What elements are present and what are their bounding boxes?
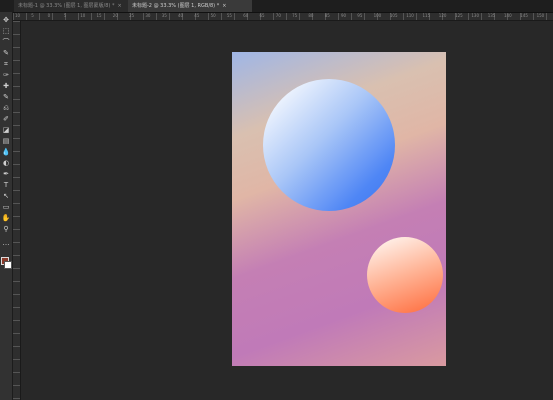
ruler-tick-label: 90	[341, 13, 347, 18]
ruler-tick-label: 60	[243, 13, 249, 18]
document-canvas[interactable]	[232, 52, 446, 366]
brush-icon[interactable]: ✎	[1, 92, 11, 102]
ruler-tick-label: 100	[373, 13, 382, 18]
vertical-ruler	[13, 21, 21, 400]
horizontal-ruler: 10 5 0 5 10 15 20 25 30 35 40 45 50 55 60 65 70 75 80 85 90 9…	[13, 13, 553, 21]
ruler-tick-label: 75	[292, 13, 298, 18]
gradient-icon[interactable]: ▤	[1, 136, 11, 146]
ruler-tick-label: 10	[15, 13, 21, 18]
ruler-tick-label: 130	[471, 13, 480, 18]
zoom-icon[interactable]: ⚲	[1, 224, 11, 234]
document-tab-bar: 未标题-1 @ 33.3% (图层 1, 图层蒙版/8) * × 未标题-2 @ …	[0, 0, 553, 13]
ruler-tick-label: 70	[275, 13, 281, 18]
crop-icon[interactable]: ⌗	[1, 59, 11, 69]
ruler-tick-label: 40	[178, 13, 184, 18]
healing-icon[interactable]: ✚	[1, 81, 11, 91]
tab-document-2-label: 未标题-2 @ 33.3% (图层 1, RGB/8) *	[132, 3, 220, 9]
close-icon[interactable]: ×	[117, 3, 121, 9]
dodge-icon[interactable]: ◐	[1, 158, 11, 168]
ruler-tick-label: 145	[520, 13, 528, 18]
type-icon[interactable]: T	[1, 180, 11, 190]
ruler-tick-label: 115	[422, 13, 431, 18]
ruler-tick-label: 0	[47, 13, 51, 18]
ruler-tick-label: 95	[357, 13, 363, 18]
tab-document-1-label: 未标题-1 @ 33.3% (图层 1, 图层蒙版/8) *	[18, 3, 115, 9]
ruler-tick-label: 105	[389, 13, 398, 18]
close-icon[interactable]: ×	[222, 3, 226, 9]
path-select-icon[interactable]: ↖	[1, 191, 11, 201]
ruler-tick-label: 80	[308, 13, 314, 18]
ruler-tick-label: 85	[324, 13, 330, 18]
ruler-tick-label: 110	[406, 13, 414, 18]
ruler-tick-label: 30	[145, 13, 151, 18]
ruler-tick-label: 65	[259, 13, 265, 18]
ruler-tick-label: 20	[112, 13, 118, 18]
ruler-tick-label: 15	[96, 13, 102, 18]
more-icon[interactable]: …	[1, 238, 11, 248]
pen-icon[interactable]: ✒	[1, 169, 11, 179]
ruler-tick-label: 140	[504, 13, 512, 18]
quick-select-icon[interactable]: ✎	[1, 48, 11, 58]
lasso-icon[interactable]: ⌒	[1, 37, 11, 47]
shape-icon[interactable]: ▭	[1, 202, 11, 212]
blue-gradient-circle[interactable]	[263, 79, 395, 211]
tab-document-2[interactable]: 未标题-2 @ 33.3% (图层 1, RGB/8) * ×	[128, 0, 252, 12]
ruler-tick-label: 125	[455, 13, 463, 18]
ruler-tick-label: 25	[129, 13, 135, 18]
ruler-tick-label: 5	[63, 13, 67, 18]
ruler-tick-label: 50	[210, 13, 216, 18]
move-icon[interactable]: ✥	[1, 15, 11, 25]
ruler-tick-label: 135	[487, 13, 496, 18]
ruler-tick-label: 10	[80, 13, 86, 18]
marquee-icon[interactable]: ⬚	[1, 26, 11, 36]
orange-gradient-circle[interactable]	[367, 237, 443, 313]
ruler-tick-label: 55	[226, 13, 232, 18]
eraser-icon[interactable]: ◪	[1, 125, 11, 135]
ruler-tick-label: 120	[438, 13, 447, 18]
hand-icon[interactable]: ✋	[1, 213, 11, 223]
ruler-tick-label: 150	[536, 13, 545, 18]
ruler-tick-label: 35	[161, 13, 167, 18]
blur-icon[interactable]: 💧	[1, 147, 11, 157]
tools-panel: ✥ ⬚ ⌒ ✎ ⌗ ✑ ✚ ✎ ⎌ ✐ ◪ ▤ 💧 ◐ ✒ T ↖ ▭ ✋ ⚲…	[0, 12, 13, 400]
background-color-swatch[interactable]	[4, 261, 12, 269]
eyedropper-icon[interactable]: ✑	[1, 70, 11, 80]
stamp-icon[interactable]: ⎌	[1, 103, 11, 113]
history-brush-icon[interactable]: ✐	[1, 114, 11, 124]
tab-document-1[interactable]: 未标题-1 @ 33.3% (图层 1, 图层蒙版/8) * ×	[14, 0, 128, 12]
ruler-tick-label: 45	[194, 13, 200, 18]
ruler-tick-label: 5	[31, 13, 34, 18]
